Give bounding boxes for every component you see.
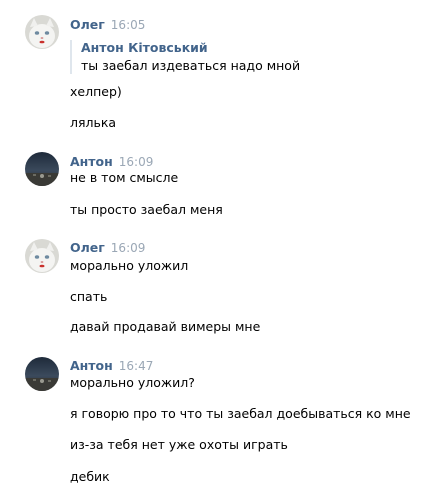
avatar[interactable] — [25, 357, 59, 391]
message-time[interactable]: 16:47 — [119, 359, 154, 373]
dark-landscape-avatar-icon — [25, 152, 59, 186]
forwarded-quote: Антон Кітовський ты заебал издеваться на… — [70, 40, 300, 74]
message-time[interactable]: 16:05 — [111, 18, 146, 32]
author-name[interactable]: Антон — [70, 358, 113, 373]
message-text: морально уложил — [70, 258, 189, 273]
message-text: морально уложил? — [70, 375, 195, 390]
quote-author[interactable]: Антон Кітовський — [81, 40, 300, 56]
avatar[interactable] — [25, 152, 59, 186]
message-time[interactable]: 16:09 — [111, 241, 146, 255]
author-name[interactable]: Олег — [70, 240, 105, 255]
message-text: не в том смысле — [70, 170, 179, 185]
quote-text: ты заебал издеваться надо мной — [81, 58, 301, 73]
avatar[interactable] — [25, 239, 59, 273]
white-cat-avatar-icon — [25, 15, 59, 49]
message-text: я говорю про то что ты заебал доебыватьс… — [70, 406, 411, 421]
message-author[interactable]: Антон 16:47 — [70, 358, 153, 374]
avatar[interactable] — [25, 15, 59, 49]
message-text: ты просто заебал меня — [70, 202, 223, 217]
message-author[interactable]: Олег 16:05 — [70, 17, 145, 33]
author-name[interactable]: Антон — [70, 154, 113, 169]
message-time[interactable]: 16:09 — [119, 155, 154, 169]
message-text: дебик — [70, 469, 110, 484]
message-author[interactable]: Олег 16:09 — [70, 240, 145, 256]
message-text: спать — [70, 289, 108, 304]
message-author[interactable]: Антон 16:09 — [70, 154, 153, 170]
white-cat-avatar-icon — [25, 239, 59, 273]
message-text: лялька — [70, 115, 117, 130]
message-text: из-за тебя нет уже охоты играть — [70, 437, 288, 452]
dark-landscape-avatar-icon — [25, 357, 59, 391]
author-name[interactable]: Олег — [70, 17, 105, 32]
message-text: хелпер) — [70, 84, 122, 99]
message-text: давай продавай вимеры мне — [70, 319, 261, 334]
